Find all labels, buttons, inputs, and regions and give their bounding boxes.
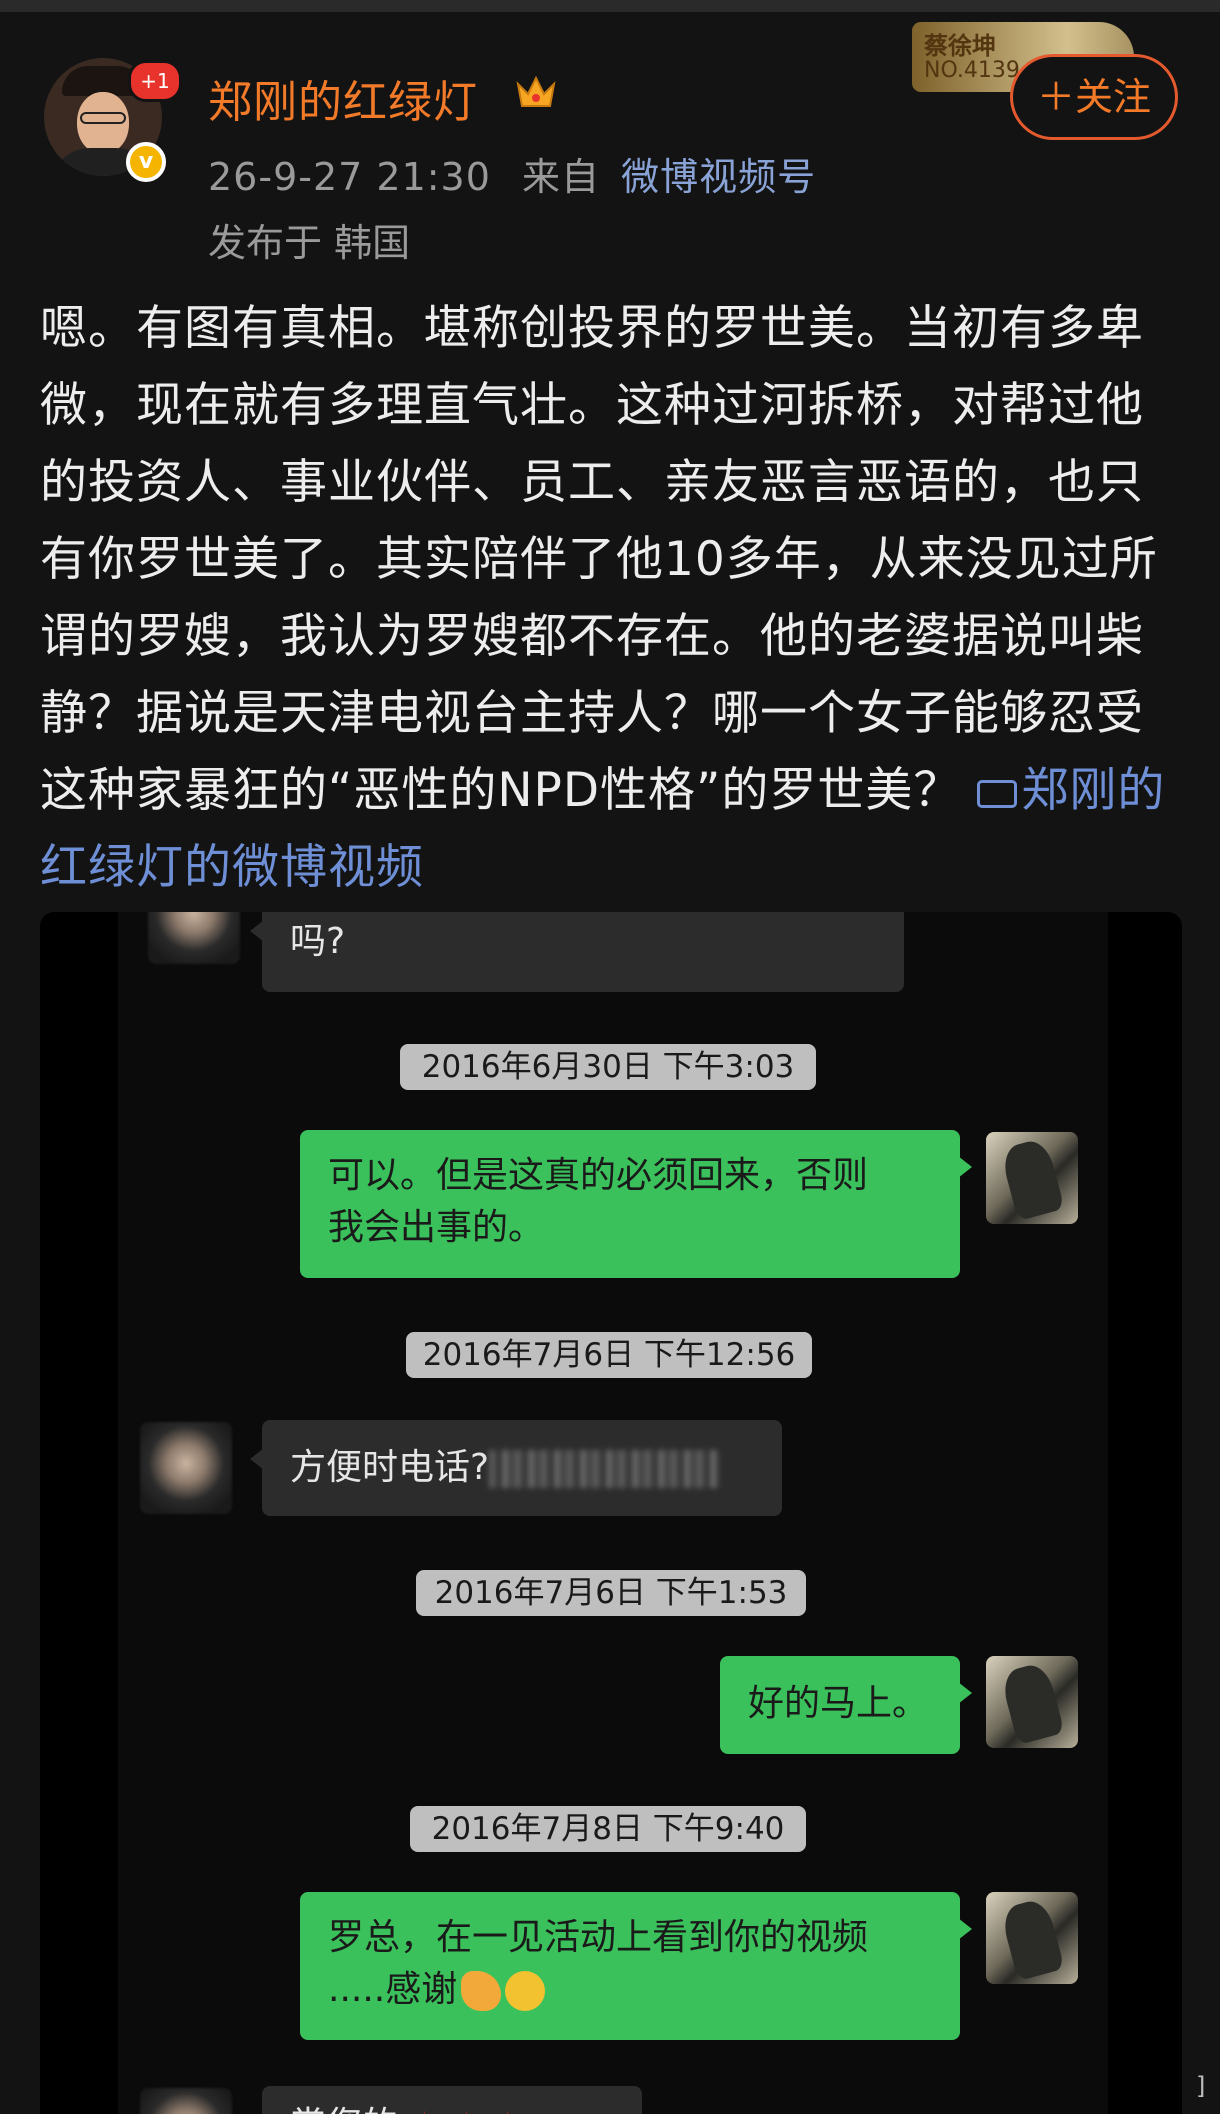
message-text: 方便时电话?	[290, 1447, 490, 1488]
crown-icon	[516, 75, 556, 107]
username[interactable]: 郑刚的红绿灯	[208, 66, 478, 130]
outgoing-message: 好的马上。	[720, 1656, 972, 1754]
smile-emoji-icon	[505, 1971, 546, 2011]
message-text-line2: 我会出事的。	[328, 1207, 545, 1248]
timestamp: 2016年6月30日 下午3:03	[400, 1044, 816, 1090]
top-bar	[0, 0, 1220, 12]
red-emoji-icon: ✦ ✦ ✦	[398, 2105, 522, 2114]
outgoing-message: 可以。但是这真的必须回来，否则 我会出事的。	[300, 1130, 972, 1278]
timestamp: 2016年7月6日 下午1:53	[416, 1570, 806, 1616]
post-date: 26-9-27 21:30	[208, 155, 491, 199]
fan-badge-name: 蔡徐坤	[924, 32, 996, 60]
redacted-number	[489, 1450, 720, 1488]
timestamp: 2016年7月6日 下午12:56	[406, 1332, 812, 1378]
avatar-plus-badge: +1	[128, 60, 182, 102]
message-text: 赏您的	[290, 2105, 398, 2114]
post-body: 嗯。有图有真相。堪称创投界的罗世美。当初有多卑微，现在就有多理直气壮。这种过河拆…	[40, 301, 1158, 818]
message-text-line1: 罗总，在一见活动上看到你的视频	[328, 1917, 869, 1958]
contact-avatar	[140, 2088, 232, 2114]
incoming-message: 赏您的 ✦ ✦ ✦	[262, 2086, 642, 2114]
incoming-message: 吗?	[250, 912, 904, 992]
contact-avatar	[148, 912, 240, 964]
my-avatar	[986, 1656, 1078, 1748]
incoming-message: 方便时电话?	[250, 1420, 782, 1516]
my-avatar	[986, 1892, 1078, 1984]
post-location: 发布于 韩国	[208, 221, 411, 265]
video-camera-icon	[977, 779, 1018, 808]
post-text: 嗯。有图有真相。堪称创投界的罗世美。当初有多卑微，现在就有多理直气壮。这种过河拆…	[40, 290, 1190, 906]
contact-avatar	[140, 1422, 232, 1514]
verified-icon: v	[126, 142, 166, 182]
post-meta: 26-9-27 21:30 来自 微博视频号	[208, 146, 816, 201]
chat-screenshot[interactable]: 吗? 2016年6月30日 下午3:03 可以。但是这真的必须回来，否则 我会出…	[40, 912, 1182, 2114]
message-text-line1: 可以。但是这真的必须回来，否则	[328, 1155, 869, 1196]
follow-button[interactable]: ＋关注	[1010, 54, 1178, 140]
message-text: 吗?	[290, 921, 346, 962]
timestamp: 2016年7月8日 下午9:40	[410, 1806, 806, 1852]
message-text: 好的马上。	[748, 1683, 929, 1724]
clap-emoji-icon	[461, 1971, 502, 2011]
outgoing-message: 罗总，在一见活动上看到你的视频 .....感谢	[300, 1892, 972, 2040]
from-label: 来自	[522, 155, 601, 199]
message-text-line2: .....感谢	[328, 1969, 458, 2010]
my-avatar	[986, 1132, 1078, 1224]
post-source[interactable]: 微博视频号	[621, 155, 816, 199]
corner-mark: ]	[1196, 2072, 1206, 2100]
fan-badge-number: NO.4139	[924, 58, 1020, 83]
